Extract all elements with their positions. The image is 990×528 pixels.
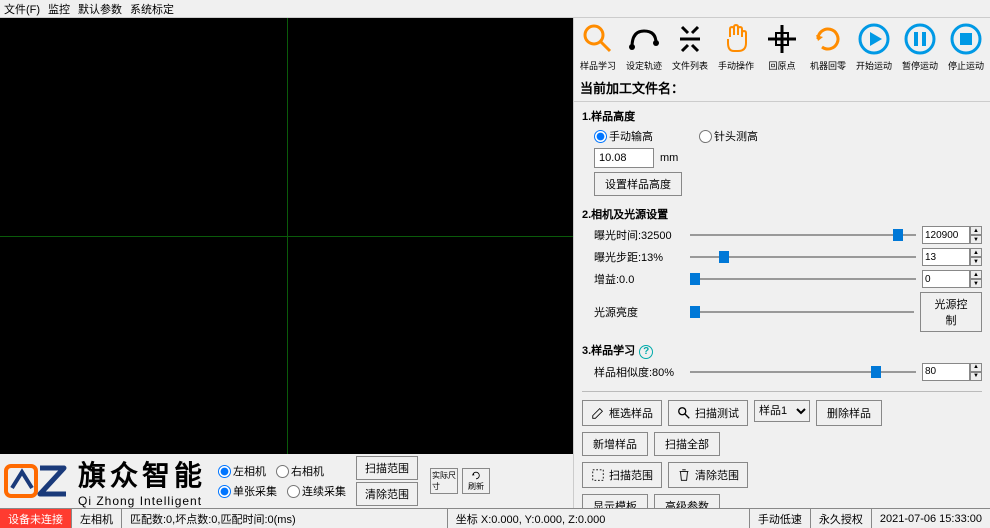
select-sample-button[interactable]: 框选样品 [582, 400, 662, 426]
continuous-capture-radio[interactable] [287, 485, 300, 498]
refresh-icon-button[interactable]: 刷新 [462, 468, 490, 494]
clear-range-button[interactable]: 清除范围 [356, 482, 418, 506]
spin-down[interactable]: ▼ [970, 257, 982, 266]
status-connection: 设备未连接 [0, 509, 72, 528]
section2-title: 2.相机及光源设置 [582, 206, 982, 222]
scan-all-button[interactable]: 扫描全部 [654, 432, 720, 456]
tool-pause[interactable]: 暂停运动 [898, 20, 942, 72]
right-camera-radio[interactable] [276, 465, 289, 478]
camera-viewport[interactable] [0, 18, 573, 454]
single-capture-label: 单张采集 [233, 483, 277, 499]
logo-cn: 旗众智能 [78, 454, 206, 494]
section1-title: 1.样品高度 [582, 108, 982, 124]
search-icon [677, 406, 691, 420]
light-control-button[interactable]: 光源控制 [920, 292, 982, 332]
scan-range-button2[interactable]: 扫描范围 [582, 462, 662, 488]
tool-return-home[interactable]: 回原点 [760, 20, 804, 72]
tool-axis-home[interactable]: 机器回零 [806, 20, 850, 72]
edit-icon [591, 406, 605, 420]
continuous-capture-label: 连续采集 [302, 483, 346, 499]
spin-up[interactable]: ▲ [970, 226, 982, 235]
tool-manual-op[interactable]: 手动操作 [714, 20, 758, 72]
spin-up[interactable]: ▲ [970, 270, 982, 279]
height-unit: mm [660, 152, 678, 164]
exposure-step-label: 曝光步距:13% [594, 249, 684, 265]
status-match-info: 匹配数:0,坏点数:0,匹配时间:0(ms) [122, 509, 448, 528]
show-template-button[interactable]: 显示模板 [582, 494, 648, 509]
needle-height-label: 针头测高 [714, 128, 758, 144]
spin-down[interactable]: ▼ [970, 372, 982, 381]
help-icon[interactable]: ? [639, 345, 653, 359]
exposure-time-label: 曝光时间:32500 [594, 227, 684, 243]
status-left-cam: 左相机 [72, 509, 122, 528]
light-label: 光源亮度 [594, 304, 684, 320]
gain-slider[interactable] [690, 271, 916, 287]
set-height-button[interactable]: 设置样品高度 [594, 172, 682, 196]
menu-default-params[interactable]: 默认参数 [78, 1, 122, 17]
needle-height-radio[interactable] [699, 130, 712, 143]
menu-file[interactable]: 文件(F) [4, 1, 40, 17]
status-speed-mode: 手动低速 [750, 509, 811, 528]
add-sample-button[interactable]: 新增样品 [582, 432, 648, 456]
clear-range-button2[interactable]: 清除范围 [668, 462, 748, 488]
spin-up[interactable]: ▲ [970, 248, 982, 257]
tool-file-queue[interactable]: 文件列表 [668, 20, 712, 72]
manual-height-label: 手动输高 [609, 128, 653, 144]
spin-up[interactable]: ▲ [970, 363, 982, 372]
scan-range-button[interactable]: 扫描范围 [356, 456, 418, 480]
left-camera-radio[interactable] [218, 465, 231, 478]
crosshair-vertical [287, 18, 288, 454]
gain-label: 增益:0.0 [594, 271, 684, 287]
tool-stop[interactable]: 停止运动 [944, 20, 988, 72]
select-icon [591, 468, 605, 482]
exposure-step-slider[interactable] [690, 249, 916, 265]
sample-select[interactable]: 样品1 [754, 400, 810, 422]
manual-height-radio[interactable] [594, 130, 607, 143]
delete-sample-button[interactable]: 删除样品 [816, 400, 882, 426]
similarity-input[interactable] [922, 363, 970, 381]
adv-params-button[interactable]: 高级参数 [654, 494, 720, 509]
scan-test-button[interactable]: 扫描测试 [668, 400, 748, 426]
tool-sample-learn[interactable]: 样品学习 [576, 20, 620, 72]
similarity-label: 样品相似度:80% [594, 364, 684, 380]
similarity-slider[interactable] [690, 364, 916, 380]
spin-down[interactable]: ▼ [970, 279, 982, 288]
left-camera-label: 左相机 [233, 463, 266, 479]
status-license: 永久授权 [811, 509, 872, 528]
spin-down[interactable]: ▼ [970, 235, 982, 244]
exposure-time-input[interactable] [922, 226, 970, 244]
current-file-label: 当前加工文件名： [574, 74, 990, 102]
section3-title: 3.样品学习 [582, 345, 635, 357]
menu-monitor[interactable]: 监控 [48, 1, 70, 17]
menu-system[interactable]: 系统标定 [130, 1, 174, 17]
tool-start[interactable]: 开始运动 [852, 20, 896, 72]
exposure-step-input[interactable] [922, 248, 970, 266]
gain-input[interactable] [922, 270, 970, 288]
actual-size-icon-button[interactable]: 实际尺寸 [430, 468, 458, 494]
status-datetime: 2021-07-06 15:33:00 [872, 509, 990, 528]
light-slider[interactable] [690, 304, 914, 320]
logo-en: Qi Zhong Intelligent [78, 494, 206, 508]
single-capture-radio[interactable] [218, 485, 231, 498]
trash-icon [677, 468, 691, 482]
tool-set-track[interactable]: 设定轨迹 [622, 20, 666, 72]
status-coords: 坐标 X:0.000, Y:0.000, Z:0.000 [448, 509, 750, 528]
height-input[interactable] [594, 148, 654, 168]
exposure-time-slider[interactable] [690, 227, 916, 243]
logo: 旗众智能 Qi Zhong Intelligent [4, 454, 206, 508]
right-camera-label: 右相机 [291, 463, 324, 479]
